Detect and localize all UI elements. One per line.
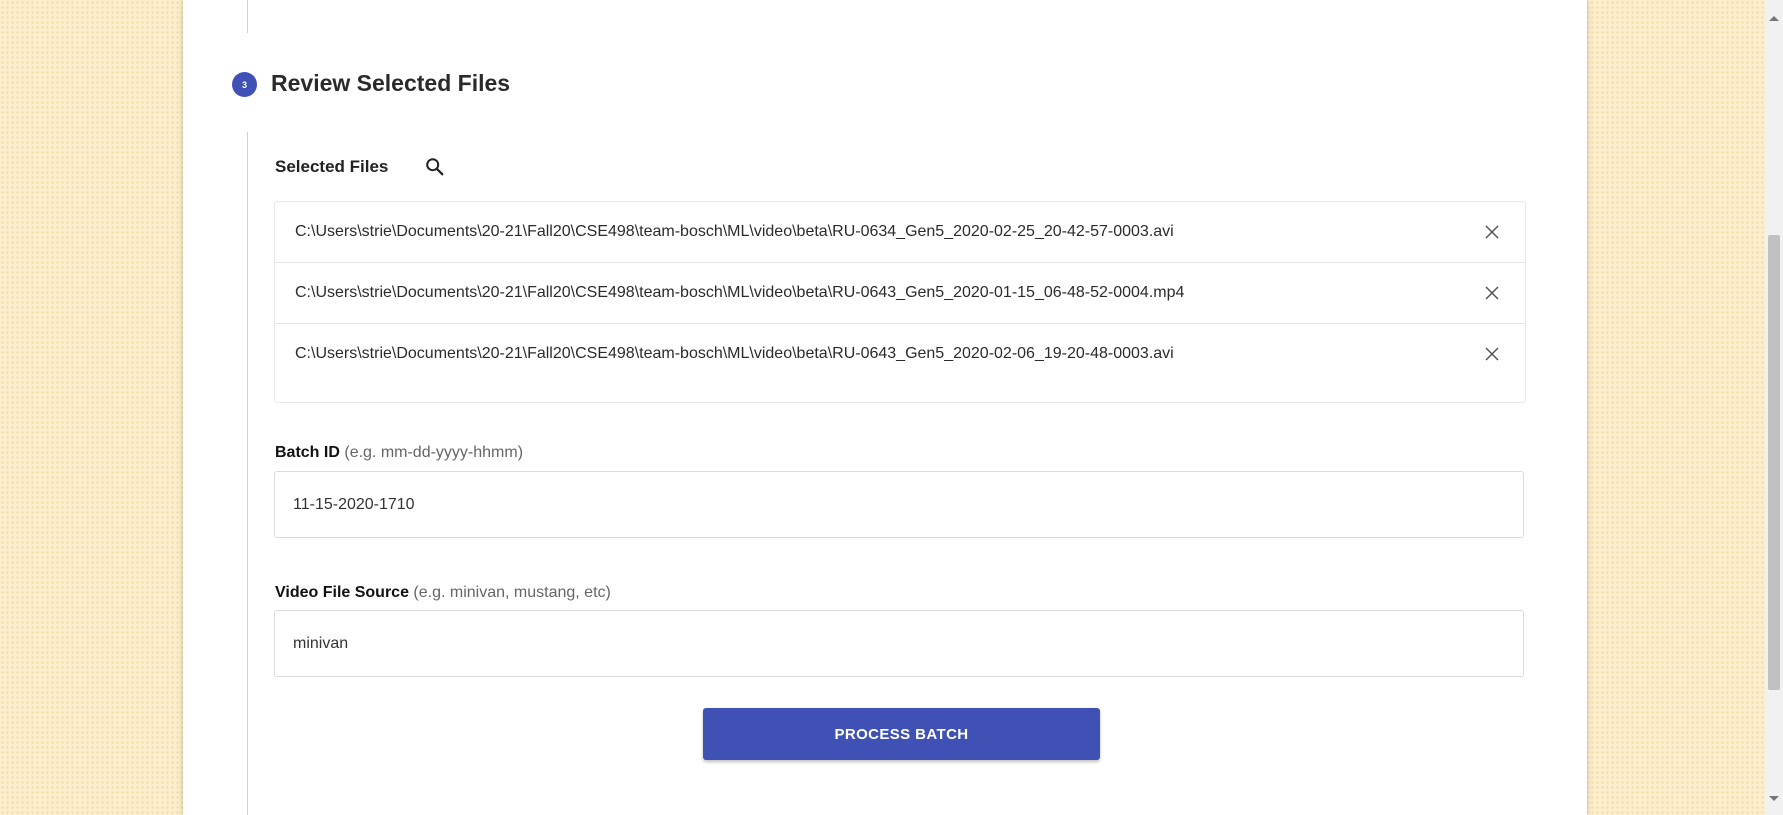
file-list-item: C:\Users\strie\Documents\20-21\Fall20\CS… <box>275 323 1525 384</box>
close-icon[interactable] <box>1483 345 1501 363</box>
file-list-item: C:\Users\strie\Documents\20-21\Fall20\CS… <box>275 262 1525 323</box>
batch-id-hint: (e.g. mm-dd-yyyy-hhmm) <box>344 444 524 461</box>
review-card: 3 Review Selected Files Selected Files C… <box>183 0 1587 815</box>
step-title: Review Selected Files <box>271 70 511 96</box>
close-icon[interactable] <box>1483 284 1501 302</box>
stepper-connector-line <box>247 0 248 33</box>
selected-files-header: Selected Files <box>275 156 446 178</box>
scroll-up-arrow-icon[interactable] <box>1769 16 1779 21</box>
step-number-badge: 3 <box>232 72 257 97</box>
file-path: C:\Users\strie\Documents\20-21\Fall20\CS… <box>295 345 1174 362</box>
video-source-label-text: Video File Source <box>275 584 409 601</box>
scroll-down-arrow-icon[interactable] <box>1769 796 1779 801</box>
file-list-item: C:\Users\strie\Documents\20-21\Fall20\CS… <box>275 202 1525 262</box>
selected-files-title: Selected Files <box>275 157 389 176</box>
selected-files-list: C:\Users\strie\Documents\20-21\Fall20\CS… <box>274 201 1526 403</box>
scrollbar-thumb[interactable] <box>1768 235 1780 690</box>
page-scrollbar[interactable] <box>1765 0 1783 815</box>
video-source-label: Video File Source (e.g. minivan, mustang… <box>275 584 611 602</box>
video-source-input[interactable] <box>274 610 1524 677</box>
video-source-hint: (e.g. minivan, mustang, etc) <box>413 584 611 601</box>
batch-id-input[interactable] <box>274 471 1524 538</box>
batch-id-label-text: Batch ID <box>275 444 340 461</box>
batch-id-label: Batch ID (e.g. mm-dd-yyyy-hhmm) <box>275 444 523 462</box>
search-icon[interactable] <box>424 156 446 178</box>
file-path: C:\Users\strie\Documents\20-21\Fall20\CS… <box>295 284 1185 301</box>
process-batch-button[interactable]: PROCESS BATCH <box>703 708 1100 760</box>
close-icon[interactable] <box>1483 223 1501 241</box>
file-path: C:\Users\strie\Documents\20-21\Fall20\CS… <box>295 223 1174 240</box>
stepper-content-line <box>247 132 248 815</box>
